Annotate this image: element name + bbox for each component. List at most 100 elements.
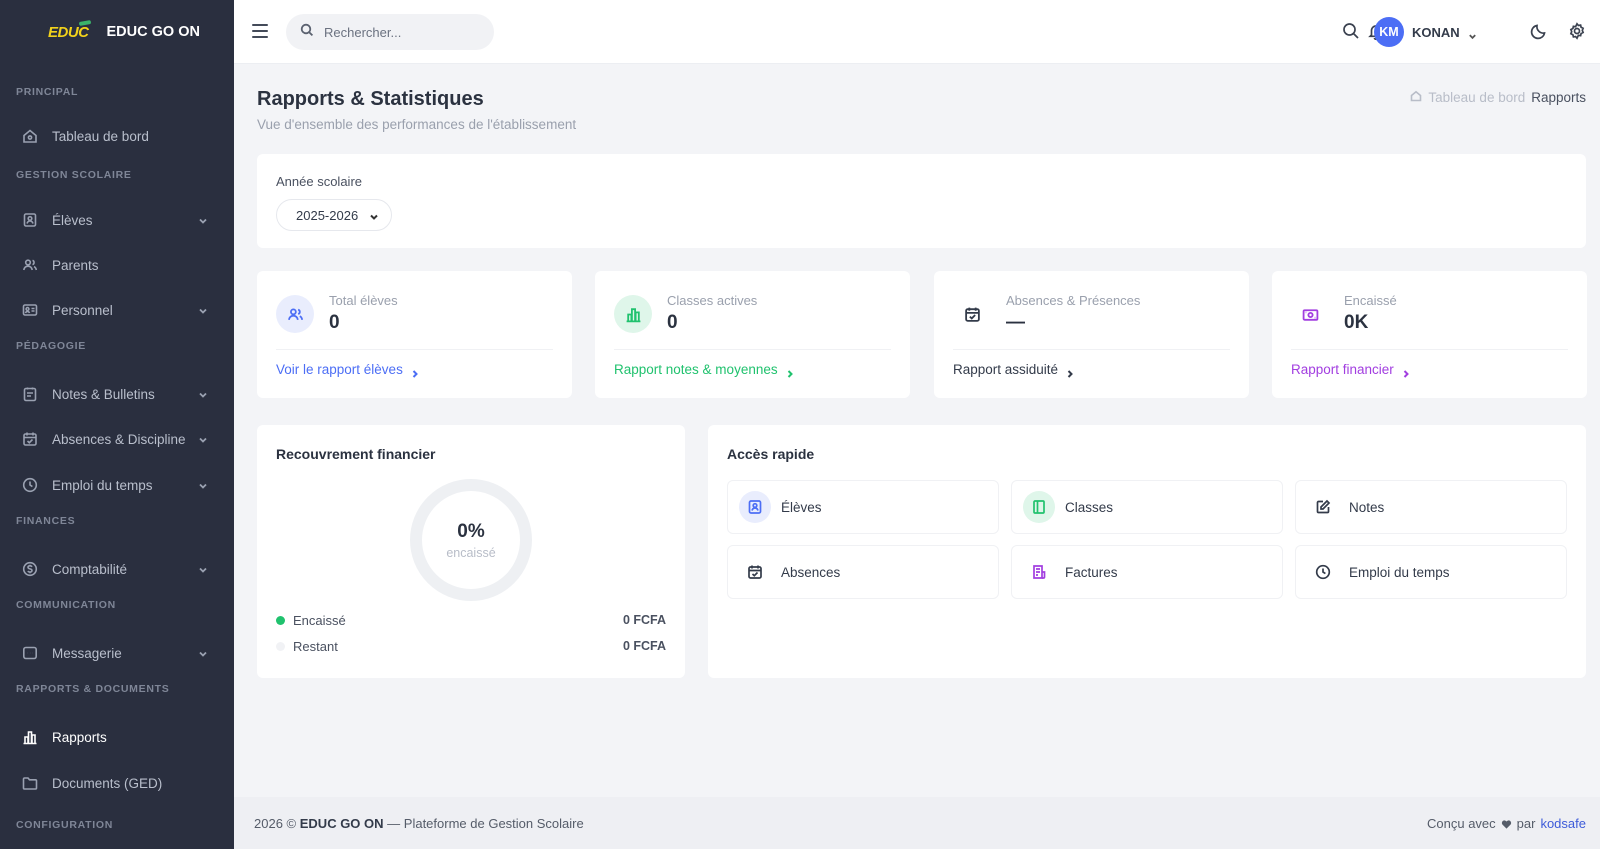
attendance-report-link[interactable]: Rapport assiduité xyxy=(953,362,1074,378)
kodsafe-link[interactable]: kodsafe xyxy=(1540,816,1586,831)
legend-dot xyxy=(276,641,285,651)
stat-label: Absences & Présences xyxy=(1006,293,1141,308)
footer-brand: EDUC GO ON xyxy=(299,815,384,831)
clipboard-icon xyxy=(22,386,38,402)
legend-name: Encaissé xyxy=(293,612,346,628)
tile-label: Factures xyxy=(1065,564,1118,580)
quick-tile-eleves[interactable]: Élèves xyxy=(727,480,999,534)
chevron-down-icon xyxy=(198,304,208,314)
sidebar-item-emploi-du-temps[interactable]: Emploi du temps xyxy=(0,464,234,506)
sidebar-item-notes-bulletins[interactable]: Notes & Bulletins xyxy=(0,373,234,415)
search-input[interactable] xyxy=(324,24,474,40)
legend-row-remaining: Restant 0 FCFA xyxy=(276,636,666,656)
sidebar: EDUC EDUC GO ON PRINCIPAL Tableau de bor… xyxy=(0,0,234,849)
bar-chart-icon xyxy=(614,295,652,333)
link-label: Rapport financier xyxy=(1291,362,1394,377)
page-subtitle: Vue d'ensemble des performances de l'éta… xyxy=(257,117,577,132)
user-menu[interactable]: KM KONAN xyxy=(1374,17,1477,47)
gear-icon[interactable] xyxy=(1568,22,1586,40)
grades-report-link[interactable]: Rapport notes & moyennes xyxy=(614,362,794,378)
book-icon xyxy=(1023,491,1055,523)
chevron-right-icon xyxy=(786,366,794,378)
sidebar-item-label: Absences & Discipline xyxy=(52,431,186,447)
school-year-select[interactable]: 2025-2026 xyxy=(276,199,392,231)
chevron-down-icon xyxy=(1468,28,1477,39)
finance-recovery-card: Recouvrement financier 0% encaissé Encai… xyxy=(257,425,685,678)
search-box xyxy=(286,14,494,50)
quick-tile-emploi-du-temps[interactable]: Emploi du temps xyxy=(1295,545,1567,599)
sidebar-item-absences-discipline[interactable]: Absences & Discipline xyxy=(0,418,234,460)
footer-year: 2026 © xyxy=(254,815,297,831)
quick-tile-factures[interactable]: Factures xyxy=(1011,545,1283,599)
student-icon xyxy=(22,212,38,228)
footer: 2026 © EDUC GO ON — Plateforme de Gestio… xyxy=(234,797,1600,849)
quick-access-card: Accès rapide Élèves Classes Notes Absenc… xyxy=(708,425,1586,678)
tile-label: Notes xyxy=(1349,499,1385,515)
legend-dot xyxy=(276,615,285,625)
breadcrumb-home-link[interactable]: Tableau de bord xyxy=(1428,90,1525,105)
quick-tile-notes[interactable]: Notes xyxy=(1295,480,1567,534)
nav-section-finances: FINANCES xyxy=(16,515,76,527)
link-label: Rapport notes & moyennes xyxy=(614,362,778,377)
sidebar-item-label: Emploi du temps xyxy=(52,477,153,493)
footer-credit-by: par xyxy=(1516,815,1536,831)
legend-row-collected: Encaissé 0 FCFA xyxy=(276,610,666,630)
legend-value: 0 FCFA xyxy=(622,639,666,653)
nav-section-configuration: CONFIGURATION xyxy=(16,819,113,831)
sidebar-item-rapports[interactable]: Rapports xyxy=(0,716,234,758)
breadcrumb-current: Rapports xyxy=(1531,90,1586,105)
stat-card-attendance: Absences & Présences — Rapport assiduité xyxy=(934,271,1249,398)
quick-tile-absences[interactable]: Absences xyxy=(727,545,999,599)
divider xyxy=(276,349,553,350)
sidebar-item-tableau-de-bord[interactable]: Tableau de bord xyxy=(0,115,234,157)
calendar-check-icon xyxy=(22,431,38,447)
nav-section-principal: PRINCIPAL xyxy=(16,86,79,98)
menu-toggle-icon[interactable] xyxy=(252,24,268,38)
chevron-right-icon xyxy=(1066,366,1074,378)
moon-icon[interactable] xyxy=(1530,22,1548,40)
students-report-link[interactable]: Voir le rapport élèves xyxy=(276,362,419,378)
school-year-label: Année scolaire xyxy=(276,174,362,189)
dollar-icon xyxy=(22,561,38,577)
cash-icon xyxy=(1291,295,1329,333)
clock-icon xyxy=(22,477,38,493)
nav-section-communication: COMMUNICATION xyxy=(16,599,116,611)
finance-report-link[interactable]: Rapport financier xyxy=(1291,362,1410,378)
sidebar-item-personnel[interactable]: Personnel xyxy=(0,289,234,331)
users-icon xyxy=(22,257,38,273)
stat-label: Total élèves xyxy=(329,293,398,308)
chevron-down-icon xyxy=(369,210,379,220)
quick-tile-classes[interactable]: Classes xyxy=(1011,480,1283,534)
page-title: Rapports & Statistiques xyxy=(257,88,484,110)
sidebar-item-parents[interactable]: Parents xyxy=(0,244,234,286)
search-icon[interactable] xyxy=(1342,22,1360,40)
sidebar-item-comptabilite[interactable]: Comptabilité xyxy=(0,548,234,590)
sidebar-item-label: Rapports xyxy=(52,729,107,745)
card-title: Recouvrement financier xyxy=(276,446,436,462)
avatar: KM xyxy=(1374,17,1404,47)
chevron-down-icon xyxy=(198,563,208,573)
chevron-right-icon xyxy=(411,366,419,378)
tile-label: Élèves xyxy=(781,499,822,515)
stat-value: — xyxy=(1006,312,1025,333)
sidebar-item-messagerie[interactable]: Messagerie xyxy=(0,632,234,674)
calendar-check-icon xyxy=(953,295,991,333)
sidebar-item-documents-ged[interactable]: Documents (GED) xyxy=(0,762,234,804)
divider xyxy=(614,349,891,350)
sidebar-item-label: Messagerie xyxy=(52,645,122,661)
bar-chart-icon xyxy=(22,729,38,745)
brand-name: EDUC GO ON xyxy=(106,24,200,40)
sidebar-item-label: Personnel xyxy=(52,302,113,318)
chevron-down-icon xyxy=(198,479,208,489)
sidebar-item-eleves[interactable]: Élèves xyxy=(0,199,234,241)
users-icon xyxy=(276,295,314,333)
card-title: Accès rapide xyxy=(727,446,815,462)
message-icon xyxy=(22,645,38,661)
brand[interactable]: EDUC EDUC GO ON xyxy=(0,0,234,64)
heart-icon xyxy=(1501,818,1512,829)
stat-card-collected: Encaissé 0K Rapport financier xyxy=(1272,271,1587,398)
stat-label: Encaissé xyxy=(1344,293,1397,308)
sidebar-item-label: Comptabilité xyxy=(52,561,128,577)
stat-label: Classes actives xyxy=(667,293,758,308)
stat-value: 0 xyxy=(667,312,678,333)
